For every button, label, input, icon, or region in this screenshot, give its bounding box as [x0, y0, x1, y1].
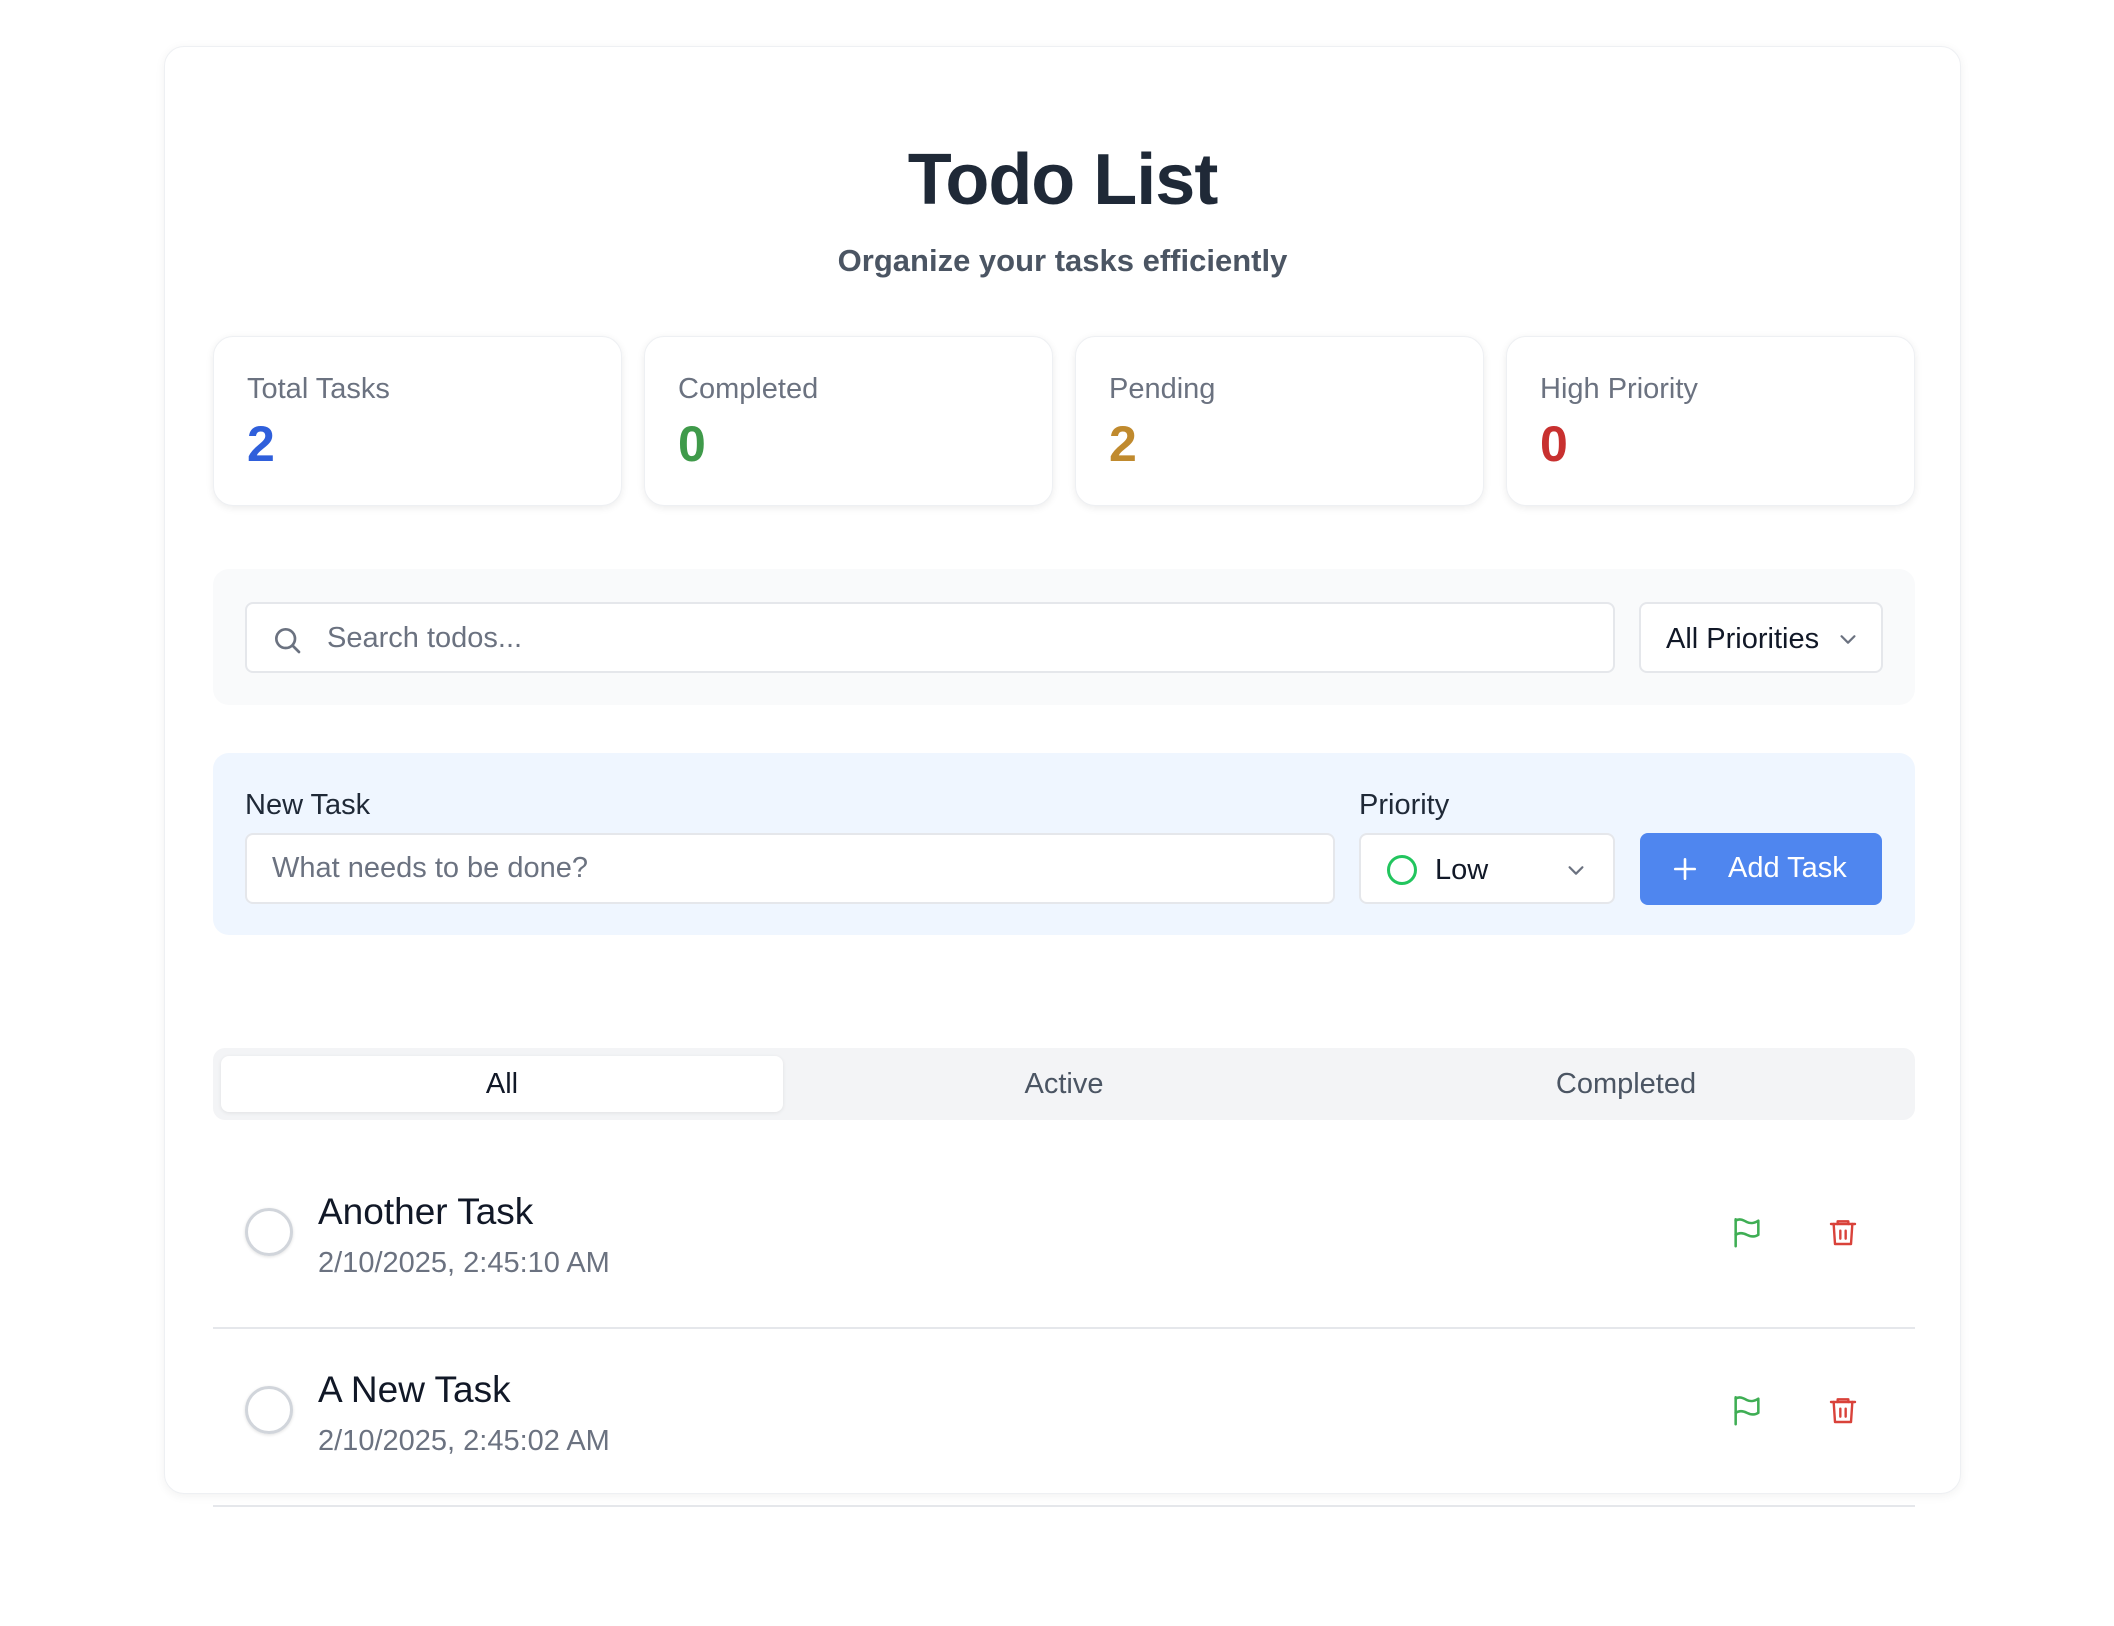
plus-icon: [1673, 857, 1697, 881]
stat-value: 0: [1540, 416, 1568, 472]
search-input[interactable]: [327, 616, 1597, 660]
stat-label: Completed: [678, 373, 819, 405]
todo-timestamp: 2/10/2025, 2:45:10 AM: [318, 1247, 610, 1279]
todo-title: A New Task: [318, 1369, 511, 1410]
new-task-label: New Task: [245, 789, 371, 821]
todo-title: Another Task: [318, 1191, 534, 1232]
stat-label: High Priority: [1540, 373, 1698, 405]
trash-icon[interactable]: [1827, 1393, 1859, 1427]
chevron-down-icon: [1568, 866, 1584, 875]
search-panel: All Priorities: [213, 569, 1915, 705]
flag-icon[interactable]: [1730, 1215, 1764, 1249]
stats-row: Total Tasks 2 Completed 0 Pending 2 High…: [213, 336, 1915, 506]
stat-card-total: Total Tasks 2: [213, 336, 622, 506]
priority-filter-value: All Priorities: [1666, 623, 1820, 655]
add-task-button[interactable]: Add Task: [1640, 833, 1882, 905]
priority-select-value: Low: [1435, 854, 1489, 886]
todo-card: Todo List Organize your tasks efficientl…: [164, 46, 1961, 1507]
priority-dot-icon: [1387, 855, 1417, 885]
new-task-input[interactable]: [245, 833, 1335, 904]
page-title: Todo List: [907, 140, 1219, 220]
stat-label: Total Tasks: [247, 373, 390, 405]
priority-filter-select[interactable]: All Priorities: [1639, 602, 1883, 673]
todo-item: A New Task 2/10/2025, 2:45:02 AM: [213, 1329, 1915, 1507]
stat-value: 2: [247, 416, 275, 472]
search-icon: [275, 628, 301, 654]
todo-item: Another Task 2/10/2025, 2:45:10 AM: [213, 1151, 1915, 1329]
trash-icon[interactable]: [1827, 1215, 1859, 1249]
tab-all[interactable]: All: [221, 1056, 783, 1112]
add-task-label: Add Task: [1728, 852, 1847, 884]
page-subtitle: Organize your tasks efficiently: [837, 243, 1288, 278]
todo-timestamp: 2/10/2025, 2:45:02 AM: [318, 1425, 610, 1457]
new-task-panel: New Task Priority Low Add Task: [213, 753, 1915, 935]
stat-value: 0: [678, 416, 706, 472]
chevron-down-icon: [1840, 635, 1856, 644]
priority-label: Priority: [1359, 789, 1450, 821]
stat-card-completed: Completed 0: [644, 336, 1053, 506]
flag-icon[interactable]: [1730, 1393, 1764, 1427]
priority-select[interactable]: Low: [1359, 833, 1615, 904]
todo-checkbox[interactable]: [245, 1386, 293, 1434]
tab-completed[interactable]: Completed: [1345, 1056, 1907, 1112]
stat-value: 2: [1109, 416, 1137, 472]
search-field[interactable]: [245, 602, 1615, 673]
stat-card-high-priority: High Priority 0: [1506, 336, 1915, 506]
filter-tabs: All Active Completed: [213, 1048, 1915, 1120]
stat-label: Pending: [1109, 373, 1216, 405]
tab-active[interactable]: Active: [783, 1056, 1345, 1112]
todo-checkbox[interactable]: [245, 1208, 293, 1256]
stat-card-pending: Pending 2: [1075, 336, 1484, 506]
